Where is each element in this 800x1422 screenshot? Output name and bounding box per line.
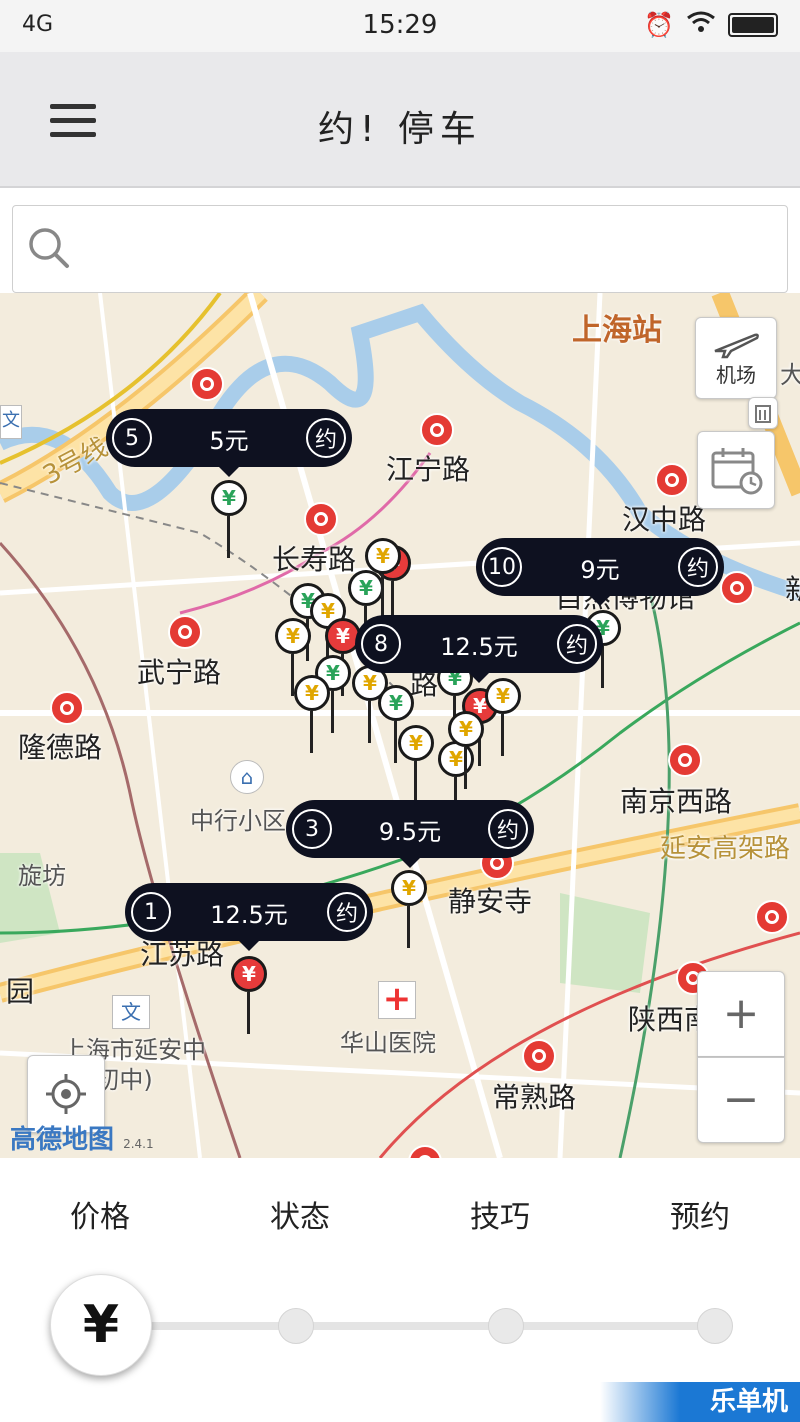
map-label: 华山医院	[340, 1029, 436, 1057]
zoom-in-button[interactable]: +	[697, 971, 785, 1057]
schedule-button[interactable]	[697, 431, 775, 509]
status-bar: 4G 15:29 ⏰	[0, 0, 800, 52]
parking-pin[interactable]: ¥	[391, 870, 427, 950]
airport-label: 机场	[716, 362, 756, 387]
slider-track[interactable]	[140, 1322, 720, 1330]
tab-slider[interactable]: ¥ 乐单机	[0, 1270, 800, 1422]
map-label: 长寿路	[272, 543, 357, 576]
map-label: 大	[780, 361, 800, 389]
alarm-icon: ⏰	[644, 11, 674, 39]
reserve-button[interactable]: 约	[557, 624, 597, 664]
map-label: 中行小区	[190, 807, 286, 835]
tab-bar: 价格 状态 技巧 预约	[0, 1160, 800, 1270]
parking-pin[interactable]: ¥	[485, 678, 521, 758]
map-label: 汉中路	[622, 503, 707, 536]
map-label: 上海站	[572, 313, 662, 348]
map-label: 南京西路	[620, 785, 733, 818]
logo-version: 2.4.1	[123, 1137, 154, 1151]
minus-icon: −	[722, 1074, 760, 1125]
app-header: 约! 停车	[0, 52, 800, 188]
metro-station-icon	[420, 413, 454, 447]
price-label: 12.5元	[440, 632, 518, 661]
spot-count: 8	[361, 624, 401, 664]
spot-count: 10	[482, 547, 522, 587]
reserve-button[interactable]: 约	[327, 892, 367, 932]
tab-status[interactable]: 状态	[200, 1192, 400, 1236]
map-label: 常熟路	[492, 1081, 577, 1114]
crosshair-locate-icon	[46, 1074, 86, 1114]
slider-stop[interactable]	[488, 1308, 524, 1344]
parking-pin[interactable]: ¥	[231, 956, 267, 1036]
slider-knob[interactable]: ¥	[50, 1274, 152, 1376]
plus-icon: +	[722, 988, 760, 1039]
price-bubble[interactable]: 10 9元 约	[476, 538, 724, 606]
slider-stop[interactable]	[278, 1308, 314, 1344]
parking-pin[interactable]: ¥	[294, 675, 330, 755]
floor-icon	[755, 405, 771, 423]
reserve-button[interactable]: 约	[678, 547, 718, 587]
school-icon: 文	[0, 405, 22, 439]
search-bar[interactable]	[12, 205, 788, 293]
price-label: 9.5元	[378, 817, 442, 846]
price-label: 9元	[580, 555, 620, 584]
map-label: 静安寺	[448, 885, 533, 918]
watermark: 乐单机	[600, 1382, 800, 1422]
metro-station-icon	[655, 463, 689, 497]
app-title: 约! 停车	[318, 109, 482, 150]
parking-pin[interactable]: ¥	[448, 711, 484, 791]
price-bubble[interactable]: 5 5元 约	[106, 409, 352, 477]
map-label: 江宁路	[386, 453, 471, 486]
parking-pin[interactable]: ¥	[398, 725, 434, 805]
map-label: 旋坊	[18, 862, 66, 890]
airplane-icon	[714, 333, 759, 358]
map-label: 武宁路	[137, 656, 222, 689]
tab-tips[interactable]: 技巧	[400, 1192, 600, 1236]
search-icon	[29, 228, 69, 268]
hospital-icon: +	[378, 981, 416, 1019]
reserve-button[interactable]: 约	[487, 809, 528, 849]
metro-station-icon	[190, 367, 224, 401]
parking-pin[interactable]: ¥	[211, 480, 247, 560]
spot-count: 5	[112, 418, 152, 458]
map-label: 新	[785, 573, 800, 606]
battery-icon	[728, 13, 778, 37]
map-label: 隆德路	[18, 731, 103, 764]
price-bubble[interactable]: 8 12.5元 约	[355, 615, 603, 683]
zoom-out-button[interactable]: −	[697, 1057, 785, 1143]
logo-text: 高德地图	[10, 1125, 115, 1155]
metro-station-icon	[168, 615, 202, 649]
tab-price[interactable]: 价格	[0, 1192, 200, 1236]
floor-toggle-button[interactable]	[748, 397, 778, 429]
metro-station-icon	[522, 1039, 556, 1073]
slider-stop[interactable]	[697, 1308, 733, 1344]
search-input[interactable]	[93, 226, 757, 272]
metro-station-icon	[668, 743, 702, 777]
metro-station-icon	[755, 900, 789, 934]
spot-count: 1	[131, 892, 171, 932]
price-label: 5元	[209, 426, 249, 455]
metro-station-icon	[720, 571, 754, 605]
school-icon: 文	[112, 995, 150, 1029]
metro-station-icon	[50, 691, 84, 725]
map-view[interactable]: 上海站 江宁路 汉中路 长寿路 武宁路 隆德路 南京西路 延安高架路 中行小区 …	[0, 293, 800, 1158]
reserve-button[interactable]: 约	[306, 418, 346, 458]
price-label: 12.5元	[210, 900, 288, 929]
tab-reserve[interactable]: 预约	[600, 1192, 800, 1236]
airport-button[interactable]: 机场	[695, 317, 777, 399]
wifi-icon	[686, 10, 716, 40]
map-provider-logo: 高德地图 2.4.1	[10, 1119, 154, 1156]
spot-count: 3	[292, 809, 332, 849]
metro-station-icon	[304, 502, 338, 536]
residential-icon: ⌂	[230, 760, 264, 794]
price-bubble[interactable]: 1 12.5元 约	[125, 883, 373, 951]
calendar-clock-icon	[711, 448, 763, 495]
map-label: 园	[6, 975, 35, 1008]
parking-pin[interactable]: ¥	[365, 538, 401, 618]
price-bubble[interactable]: 3 9.5元 约	[286, 800, 534, 868]
map-label: 延安高架路	[660, 834, 791, 864]
